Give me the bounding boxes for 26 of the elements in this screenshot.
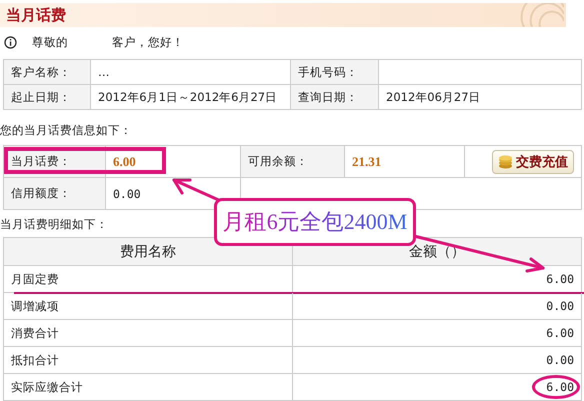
recharge-button[interactable]: 交费充值 [492, 150, 574, 174]
field-label: 手机号码： [291, 60, 379, 84]
table-cell: 6.00 [293, 374, 582, 400]
table-cell: 实际应缴合计 [4, 374, 293, 400]
section-caption: 当月话费明细如下： [0, 216, 108, 232]
field-label: 可用余额： [241, 146, 345, 177]
field-label: 信用额度： [4, 178, 106, 209]
callout-note: 月租6元全包2400M [214, 198, 416, 246]
table-cell: 调增减项 [4, 293, 293, 319]
info-icon [4, 36, 17, 48]
page-title: 当月话费 [5, 6, 66, 24]
swirl-decoration-icon [520, 3, 564, 27]
greeting-text: 尊敬的 [32, 34, 68, 50]
section-caption: 您的当月话费信息如下： [0, 122, 132, 138]
table-cell: 0.00 [293, 293, 582, 319]
field-value: 2012年06月27日 [379, 85, 582, 109]
table-cell: 消费合计 [4, 320, 293, 346]
greeting-text: 客户，您好！ [112, 34, 184, 50]
table-cell: 0.00 [293, 347, 582, 373]
field-value: 21.31 [345, 146, 465, 177]
field-label: 客户名称： [4, 60, 91, 84]
field-label: 查询日期： [291, 85, 379, 109]
table-cell: 抵扣合计 [4, 347, 293, 373]
field-label: 起止日期： [4, 85, 91, 109]
table-cell: 6.00 [293, 320, 582, 346]
coins-icon [498, 154, 513, 168]
